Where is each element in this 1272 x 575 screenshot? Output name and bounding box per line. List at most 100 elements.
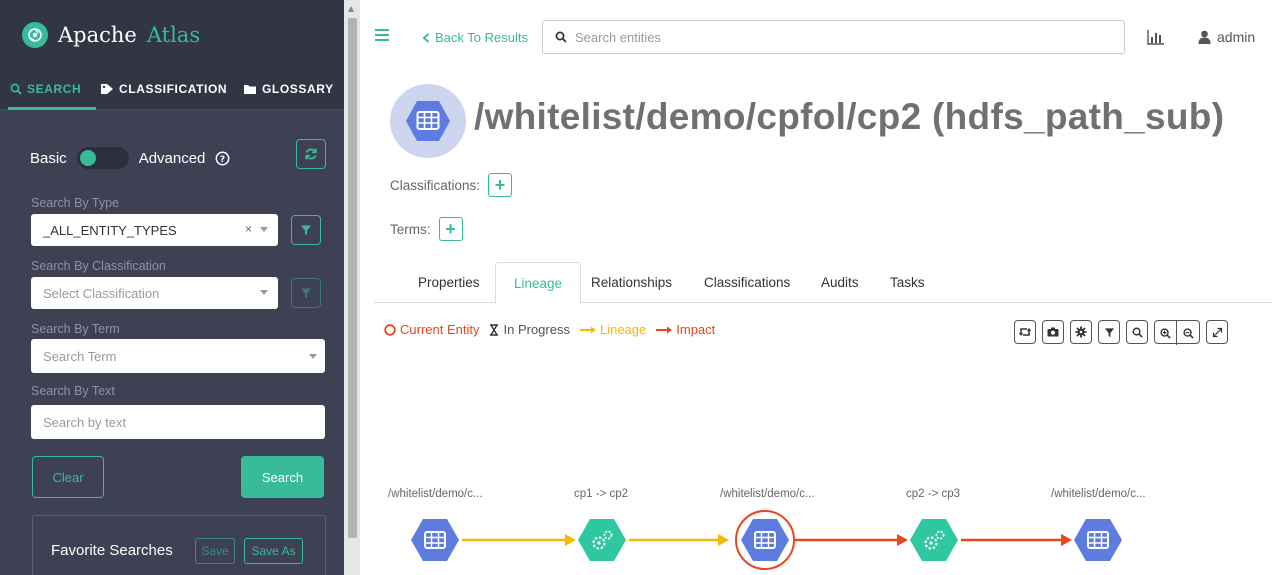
main-content: Back To Results Search entities admin /w… [360,0,1272,575]
zoom-in-button[interactable] [1155,321,1177,345]
folder-icon [244,85,256,94]
process-node[interactable] [910,519,958,561]
tab-tasks[interactable]: Tasks [872,262,943,303]
text-search-input[interactable]: Search by text [31,405,325,439]
save-button[interactable]: Save [195,538,235,564]
expand-icon [1212,327,1222,337]
fullscreen-button[interactable] [1206,320,1228,344]
legend-impact: Impact [676,322,716,337]
tab-classification[interactable]: CLASSIFICATION [100,82,227,96]
type-filter-button[interactable] [291,215,321,245]
tab-classifications[interactable]: Classifications [686,262,808,303]
table-icon [406,101,450,141]
search-icon [555,31,567,43]
current-entity-node[interactable] [735,510,795,570]
filter-icon [1104,327,1114,337]
search-icon [10,83,22,95]
favorite-searches-panel: Favorite Searches Save Save As [32,515,326,575]
lineage-graph[interactable] [360,500,1272,575]
edge-arrowhead [897,534,908,546]
back-to-results-link[interactable]: Back To Results [422,30,528,45]
save-as-button[interactable]: Save As [244,538,303,564]
svg-text:?: ? [220,155,225,165]
edge-arrowhead [565,534,576,546]
process-node[interactable] [578,519,626,561]
lineage-toolbar [1014,320,1228,345]
entity-search-input[interactable]: Search entities [542,20,1125,54]
sidebar: Apache Atlas SEARCH CLASSIFICATION GLOSS… [0,0,344,575]
classifications-label: Classifications: [390,177,481,193]
search-by-type-label: Search By Type [31,196,120,210]
scrollbar-thumb[interactable] [348,18,357,538]
terms-row: Terms: + [390,217,463,241]
search-button[interactable]: Search [241,456,324,498]
classification-filter-button[interactable] [291,278,321,308]
tab-search[interactable]: SEARCH [10,82,81,96]
clear-selection-icon[interactable]: × [245,222,252,236]
retweet-icon [1019,328,1031,336]
lineage-arrow-icon [579,326,596,333]
entity-search-placeholder: Search entities [575,29,661,45]
chevron-down-icon[interactable] [260,290,268,295]
hamburger-menu-icon[interactable] [375,29,389,44]
term-select[interactable]: Search Term [31,339,325,373]
reset-button[interactable] [1014,320,1036,344]
entity-title: /whitelist/demo/cpfol/cp2 (hdfs_path_sub… [474,96,1225,137]
search-mode-toggle-row: Basic Advanced ? [30,147,230,169]
lineage-legend: Current Entity In Progress Lineage Impac… [384,322,715,337]
clear-button[interactable]: Clear [32,456,104,498]
classification-select[interactable]: Select Classification [31,277,278,309]
camera-icon [1047,327,1059,337]
tag-icon [101,84,113,94]
user-menu[interactable]: admin [1198,29,1255,45]
refresh-icon [305,148,317,160]
filter-button[interactable] [1098,320,1120,344]
entity-type-select[interactable]: _ALL_ENTITY_TYPES × [31,214,278,246]
statistics-icon[interactable] [1147,29,1165,50]
gear-icon [1075,326,1087,338]
classification-placeholder: Select Classification [43,285,160,301]
dataset-node[interactable] [411,519,459,561]
chevron-down-icon[interactable] [260,227,268,232]
add-term-button[interactable]: + [438,217,463,241]
text-search-placeholder: Search by text [43,414,127,430]
user-icon [1198,30,1211,44]
lineage-node-label: /whitelist/demo/c... [388,488,483,500]
chevron-down-icon[interactable] [309,354,317,359]
export-image-button[interactable] [1042,320,1064,344]
sidebar-tabs: SEARCH CLASSIFICATION GLOSSARY [0,70,344,110]
tab-audits[interactable]: Audits [803,262,877,303]
impact-arrow-icon [656,326,673,333]
back-to-results-label: Back To Results [435,30,528,45]
tab-glossary-label: GLOSSARY [262,82,334,96]
help-icon[interactable]: ? [215,151,230,166]
tab-lineage[interactable]: Lineage [495,262,582,304]
tab-classification-label: CLASSIFICATION [119,82,228,96]
edge-arrowhead [718,534,729,546]
search-by-term-label: Search By Term [31,322,120,336]
add-classification-button[interactable]: + [488,173,513,197]
entity-type-icon [390,84,466,158]
tab-properties[interactable]: Properties [400,262,498,303]
advanced-label: Advanced [138,149,206,167]
username: admin [1217,29,1256,45]
dataset-node[interactable] [1074,519,1122,561]
lineage-node-label: cp1 -> cp2 [574,488,629,500]
search-node-button[interactable] [1126,320,1148,344]
settings-button[interactable] [1070,320,1092,344]
lineage-node-label: cp2 -> cp3 [906,488,961,500]
zoom-out-button[interactable] [1177,321,1199,345]
chevron-left-icon [422,32,430,43]
sidebar-scrollbar[interactable]: ▲ [344,0,360,575]
term-placeholder: Search Term [43,348,117,364]
app-logo[interactable]: Apache Atlas [22,22,200,48]
refresh-button[interactable] [296,139,326,169]
search-mode-toggle[interactable] [76,147,129,169]
tab-relationships[interactable]: Relationships [573,262,690,303]
tab-glossary[interactable]: GLOSSARY [243,82,334,96]
app-name-apache: Apache [58,23,137,47]
edge-arrowhead [1061,534,1072,546]
scroll-up-icon[interactable]: ▲ [348,4,354,13]
entity-type-value: _ALL_ENTITY_TYPES [43,222,177,238]
filter-icon [301,288,311,298]
